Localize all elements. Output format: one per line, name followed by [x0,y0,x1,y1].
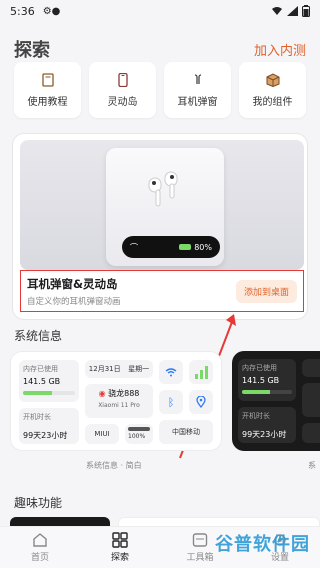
page-header: 探索 加入内测 [0,34,320,64]
signal-icon [287,6,298,16]
date-cell: 12月31日 星期一 [85,360,153,378]
home-icon [33,533,47,547]
nav-label: 探索 [110,553,129,563]
feature-card-earbuds-island[interactable]: ⌒ 80% 耳机弹窗&灵动岛 自定义你的耳机弹窗动画 添加到桌面 [12,133,308,320]
feature-subtitle: 自定义你的耳机弹窗动画 [27,296,121,307]
location-icon [196,396,206,408]
grid-icon [112,532,128,548]
feature-title: 耳机弹窗&灵动岛 [27,276,118,291]
uptime-cell: 开机时长 99天23小时 [238,407,296,443]
battery-bar [179,244,192,250]
chip-name: 骁龙888 [108,389,140,398]
page-title: 探索 [14,40,50,61]
date-value: 12月31日 [88,365,121,373]
uptime-value: 99天23小时 [242,430,287,439]
earbuds-icon: ⌒ [130,242,138,252]
widget-caption-dark: 系 [308,461,316,470]
popup-pill: ⌒ 80% [122,236,220,258]
shortcut-label: 灵动岛 [107,96,138,108]
signal-bar [199,370,203,379]
device-name: Xiaomi 11 Pro [98,402,140,409]
site-watermark: 谷普软件园 [215,534,310,555]
qualcomm-icon: ◉ [98,389,106,398]
signal-bar [194,374,198,379]
toolbox-icon [192,533,208,547]
widget-caption: 系统信息 · 简白 [86,461,142,470]
memory-value: 141.5 GB [242,376,280,385]
phone-icon [117,72,128,87]
memory-cell: 内存已使用 141.5 GB [238,359,296,401]
wifi-icon [272,7,282,15]
carrier-value: 中国移动 [172,428,200,436]
uptime-label: 开机时长 [23,413,51,421]
memory-progress-fill [23,391,52,395]
bluetooth-cell: ᛒ [159,390,183,414]
bluetooth-icon: ᛒ [167,395,175,409]
nav-explore[interactable]: 探索 [80,527,160,568]
feature-info-highlight: 耳机弹窗&灵动岛 自定义你的耳机弹窗动画 添加到桌面 [20,270,304,312]
date-cell-partial [302,359,320,377]
memory-value: 141.5 GB [23,377,61,386]
shortcut-label: 耳机弹窗 [177,96,218,108]
location-cell [189,390,213,414]
memory-cell: 内存已使用 141.5 GB [19,360,79,402]
shortcut-dynamic-island[interactable]: 灵动岛 [89,62,156,118]
memory-progress [23,391,75,395]
shortcut-tutorial[interactable]: 使用教程 [14,62,81,118]
nav-home[interactable]: 首页 [0,527,80,568]
uptime-cell: 开机时长 99天23小时 [19,408,79,444]
section-title-fun: 趣味功能 [14,496,63,510]
storage-percent: 100% [128,433,146,440]
widget-system-info-dark[interactable]: 内存已使用 141.5 GB 开机时长 99天23小时 [232,351,320,451]
weekday-value: 星期一 [128,365,150,373]
add-to-desktop-button[interactable]: 添加到桌面 [235,279,297,303]
widget-system-info-light[interactable]: 内存已使用 141.5 GB 开机时长 99天23小时 12月31日 星期一 ◉… [10,351,222,451]
battery-icon [302,5,310,17]
box-icon [266,72,279,87]
storage-progress [128,427,150,431]
shortcut-my-widgets[interactable]: 我的组件 [239,62,306,118]
chip-cell: ◉ 骁龙888 Xiaomi 11 Pro [85,384,153,418]
chip-cell-partial [302,383,320,417]
memory-progress [242,390,292,394]
carrier-cell: 中国移动 [159,420,213,444]
shortcut-earbuds-popup[interactable]: 耳机弹窗 [164,62,231,118]
uptime-label: 开机时长 [242,412,270,420]
status-bar: 5:36 ⚙ ● [0,0,320,22]
os-value: MIUI [94,430,110,438]
nav-label: 首页 [30,553,49,563]
popup-battery-text: 80% [194,242,212,252]
shortcut-row: 使用教程 灵动岛 耳机弹窗 我的组件 [14,62,306,118]
os-cell-partial [302,423,320,443]
chip-value: ◉ 骁龙888 [89,388,149,399]
status-icons [271,5,310,17]
storage-progress-fill [128,427,150,431]
shortcut-label: 我的组件 [252,96,293,108]
feature-text: 耳机弹窗&灵动岛 自定义你的耳机弹窗动画 [27,276,121,307]
nav-label: 工具箱 [186,553,214,563]
status-time: 5:36 [10,4,35,18]
wifi-cell [159,360,183,384]
os-cell: MIUI [85,424,119,444]
chat-icon: ● [51,5,61,17]
airpods-icon [148,171,178,207]
memory-label: 内存已使用 [242,364,277,372]
memory-label: 内存已使用 [23,365,58,373]
storage-cell: 100% [125,424,153,444]
uptime-value: 99天23小时 [23,431,68,440]
popup-battery: 80% [179,243,212,252]
feature-preview-image: ⌒ 80% [20,140,304,270]
book-icon [41,72,54,87]
join-beta-link[interactable]: 加入内测 [254,40,306,59]
section-title-system-info: 系统信息 [14,329,63,343]
signal-cell [189,360,213,384]
wifi-icon [165,368,177,377]
notification-icon: ⚙ [42,5,52,17]
signal-bar [204,366,208,379]
memory-progress-fill [242,390,270,394]
earbuds-icon [194,73,201,84]
shortcut-label: 使用教程 [27,96,68,108]
